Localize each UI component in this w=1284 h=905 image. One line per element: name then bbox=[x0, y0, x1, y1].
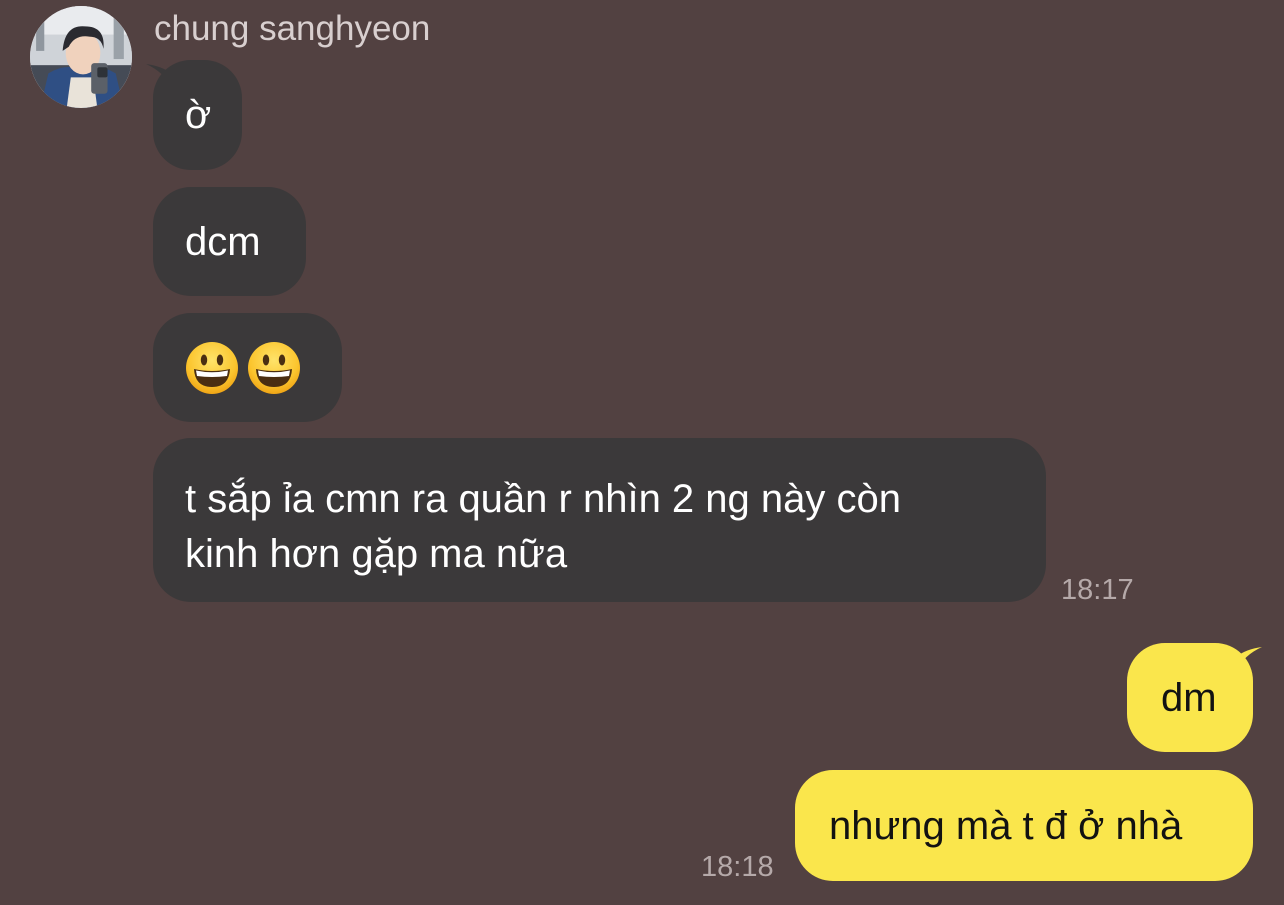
grinning-face-icon bbox=[185, 341, 239, 395]
outgoing-message[interactable]: dm bbox=[1127, 643, 1253, 752]
incoming-message[interactable]: dcm bbox=[153, 187, 306, 296]
sender-avatar[interactable] bbox=[30, 6, 132, 108]
message-text-line: kinh hơn gặp ma nữa bbox=[185, 532, 568, 576]
incoming-message[interactable]: ờ bbox=[153, 60, 242, 170]
message-text: nhưng mà t đ ở nhà bbox=[829, 804, 1183, 848]
message-text: dcm bbox=[185, 220, 261, 264]
message-text: dm bbox=[1161, 676, 1217, 720]
outgoing-message[interactable]: nhưng mà t đ ở nhà bbox=[795, 770, 1253, 881]
incoming-emoji-message[interactable] bbox=[153, 313, 342, 422]
sender-name: chung sanghyeon bbox=[154, 9, 431, 48]
message-text: ờ bbox=[185, 93, 212, 137]
grinning-face-icon bbox=[247, 341, 301, 395]
incoming-message[interactable]: t sắp ỉa cmn ra quần r nhìn 2 ng này còn… bbox=[153, 438, 1046, 602]
message-timestamp: 18:18 bbox=[701, 851, 774, 883]
profile-photo-icon bbox=[30, 6, 132, 108]
message-text-line: t sắp ỉa cmn ra quần r nhìn 2 ng này còn bbox=[185, 477, 901, 521]
message-timestamp: 18:17 bbox=[1061, 574, 1134, 606]
